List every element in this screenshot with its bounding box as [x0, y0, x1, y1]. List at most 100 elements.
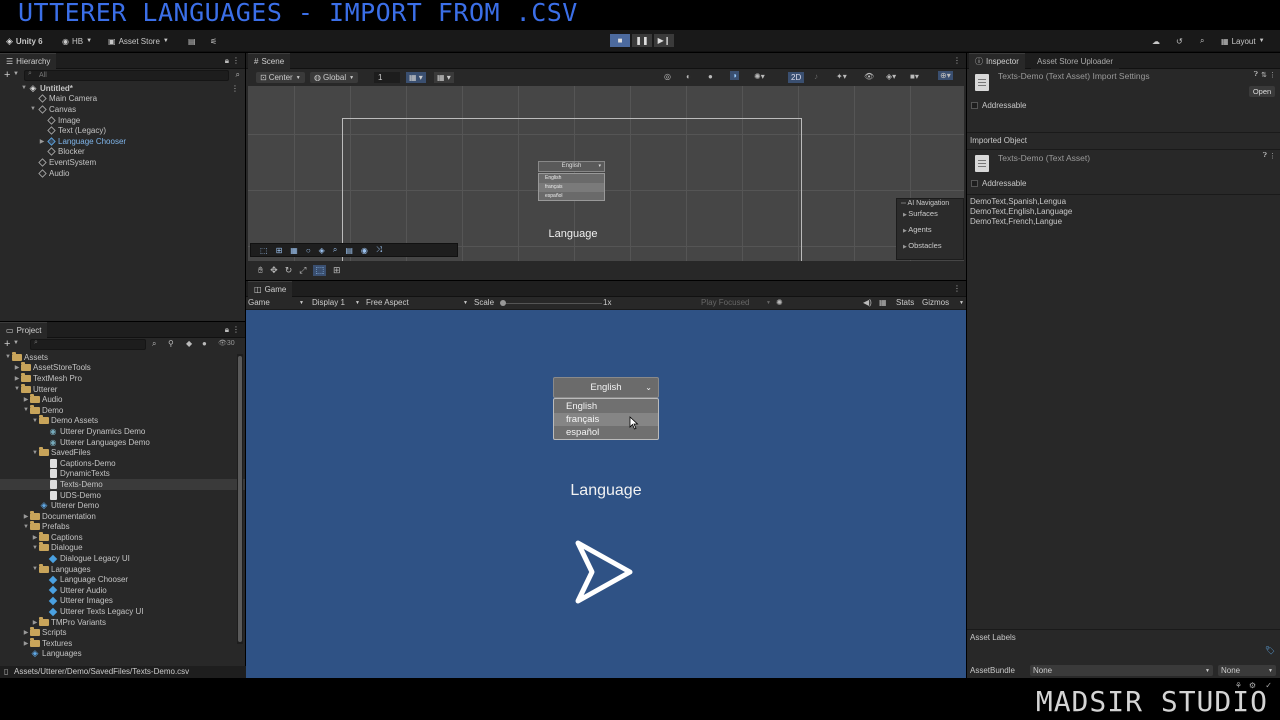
game-viewport[interactable]: English ⌄ English français español Langu… [246, 310, 966, 678]
hierarchy-item[interactable]: EventSystem [0, 157, 245, 168]
project-item[interactable]: ▼ Prefabs [0, 521, 245, 533]
chevron-down-icon[interactable]: ▼ [20, 85, 28, 91]
chevron-right-icon[interactable]: ▶ [22, 629, 30, 636]
project-item[interactable]: ▼ Languages [0, 563, 245, 575]
gizmos-icon[interactable]: ⊕▾ [938, 71, 953, 80]
add-icon[interactable]: + [4, 69, 10, 81]
project-item[interactable]: ◉ Utterer Languages Demo [0, 437, 245, 448]
hierarchy-item[interactable]: ▼ Canvas [0, 104, 245, 115]
project-item[interactable]: ◈ Languages [0, 648, 245, 660]
anchor-icon[interactable]: ⊞ [276, 246, 283, 255]
project-item[interactable]: ▶ Documentation [0, 510, 245, 522]
aspect-dropdown[interactable]: Free Aspect ▼ [366, 298, 468, 307]
circle-tool-icon[interactable]: ○ [306, 246, 311, 255]
chevron-down-icon[interactable]: ▼ [22, 524, 30, 530]
rotate-icon[interactable]: ↻ [285, 265, 293, 276]
rect-tool-icon[interactable]: ⬚ [313, 265, 326, 276]
project-item[interactable]: ▼ SavedFiles [0, 447, 245, 458]
help-icon[interactable]: ❓︎ [1263, 152, 1267, 160]
chevron-right-icon[interactable]: ▶ [38, 138, 46, 145]
unity-menu[interactable]: ◈ Unity 6 [6, 34, 43, 48]
chevron-right-icon[interactable]: ▶ [22, 396, 30, 403]
shaded-wire-icon[interactable]: ◐ [686, 72, 691, 81]
tag-icon[interactable]: 🏷︎ [1265, 646, 1275, 655]
more-menu-icon[interactable]: ⋮ [231, 84, 239, 93]
asset-bundle-dropdown[interactable]: None ▼ [1030, 665, 1213, 676]
shaded-icon[interactable]: ● [708, 72, 713, 81]
chevron-down-icon[interactable]: ▼ [31, 450, 39, 456]
pause-button[interactable]: ❚❚ [632, 34, 652, 47]
wireframe-icon[interactable]: ◑ [730, 71, 739, 80]
project-item[interactable]: ▶ Captions [0, 531, 245, 543]
shuffle-tool-icon[interactable]: ⤨ [376, 245, 382, 255]
chevron-right-icon[interactable]: ▶ [31, 534, 39, 541]
gizmos-dropdown[interactable]: Gizmos ▼ [922, 298, 964, 307]
mode-2d-toggle[interactable]: 2D [788, 72, 805, 83]
lock-icon[interactable]: 🔒︎ [225, 325, 229, 335]
hierarchy-search-input[interactable]: All [24, 70, 229, 81]
move-icon[interactable]: ✥ [270, 265, 278, 276]
layout-dropdown[interactable]: ▦ Layout ▼ [1221, 34, 1265, 48]
project-item[interactable]: Texts-Demo [0, 479, 245, 490]
project-item[interactable]: Language Chooser [0, 574, 245, 585]
addressable-toggle[interactable]: Addressable [971, 101, 1026, 110]
add-icon[interactable]: + [4, 338, 10, 350]
version-control-button[interactable]: ▤ [188, 34, 196, 48]
project-item[interactable]: ▶ AssetStoreTools [0, 362, 245, 374]
ai-nav-agents[interactable]: ▶ Agents [897, 223, 963, 239]
project-item[interactable]: ▼ Utterer [0, 383, 245, 395]
more-menu-icon[interactable]: ⋮ [1269, 152, 1276, 160]
account-dropdown[interactable]: ◉ HB ▼ [62, 34, 92, 48]
visibility-icon[interactable]: 👁︎ [864, 72, 874, 81]
transform-all-icon[interactable]: ⊞ [333, 265, 341, 276]
chevron-right-icon[interactable]: ▶ [22, 513, 30, 520]
chevron-down-icon[interactable]: ▼ [31, 566, 39, 572]
scene-option-french[interactable]: français [539, 183, 604, 192]
addressable-checkbox[interactable] [971, 102, 978, 109]
stack-tool-icon[interactable]: ▤ [345, 246, 353, 255]
project-item[interactable]: ▼ Assets [0, 352, 245, 363]
tab-asset-store-uploader[interactable]: Asset Store Uploader [1031, 53, 1120, 69]
effects-icon[interactable]: ✦▾ [836, 72, 847, 81]
lock-icon[interactable]: 🔒︎ [225, 56, 229, 66]
project-item[interactable]: ▼ Demo [0, 404, 245, 416]
search-by-type-icon[interactable]: ⌕ [152, 339, 156, 349]
audio-toggle-icon[interactable]: ♪ [814, 72, 818, 81]
project-item[interactable]: Captions-Demo [0, 458, 245, 469]
project-item[interactable]: ▶ Scripts [0, 627, 245, 638]
chevron-down-icon[interactable]: ▼ [22, 407, 30, 413]
project-item[interactable]: Utterer Images [0, 596, 245, 607]
preset-icon[interactable]: ⇅ [1261, 71, 1267, 79]
rect-select-icon[interactable]: ⬚ [260, 246, 268, 255]
filter-icon[interactable]: ⚲ [168, 339, 174, 348]
chevron-right-icon[interactable]: ▶ [13, 375, 21, 382]
display-dropdown[interactable]: Display 1 ▼ [312, 298, 360, 307]
chevron-right-icon[interactable]: ▶ [13, 364, 21, 371]
project-search-input[interactable] [30, 339, 146, 350]
search-button[interactable]: ⌕ [1200, 34, 1204, 48]
scrollbar-thumb[interactable] [238, 356, 242, 642]
hierarchy-item[interactable]: Main Camera [0, 94, 245, 105]
project-item[interactable]: UDS-Demo [0, 490, 245, 501]
hierarchy-item[interactable]: ▼ ◈ Untitled* ⋮ [0, 83, 245, 94]
more-menu-icon[interactable]: ⋮ [953, 284, 961, 293]
chevron-down-icon[interactable]: ▼ [4, 354, 12, 360]
draw-mode-icon[interactable]: ◎ [664, 72, 671, 81]
language-dropdown[interactable]: English ⌄ [553, 377, 659, 398]
more-menu-icon[interactable]: ⋮ [1269, 71, 1276, 79]
play-button[interactable]: ■ [610, 34, 630, 47]
project-item[interactable]: ▶ TMPro Variants [0, 616, 245, 628]
project-item[interactable]: ◈ Utterer Demo [0, 500, 245, 511]
asset-store-dropdown[interactable]: ▣ Asset Store ▼ [108, 34, 169, 48]
asset-variant-dropdown[interactable]: None ▼ [1218, 665, 1276, 676]
visibility-count[interactable]: 👁︎30 [218, 339, 235, 347]
frame-debug-icon[interactable]: ✺ [776, 298, 783, 307]
project-scrollbar[interactable] [237, 354, 243, 644]
more-menu-icon[interactable]: ⋮ [953, 56, 961, 65]
pivot-dropdown[interactable]: ⊡ Center ▼ [256, 72, 305, 83]
hierarchy-item[interactable]: ▶ Language Chooser [0, 136, 245, 147]
chevron-down-icon[interactable]: ▼ [13, 386, 21, 392]
project-item[interactable]: ▼ Demo Assets [0, 415, 245, 427]
stats-button[interactable]: Stats [896, 298, 914, 307]
help-icon[interactable]: ❓︎ [1254, 71, 1258, 79]
